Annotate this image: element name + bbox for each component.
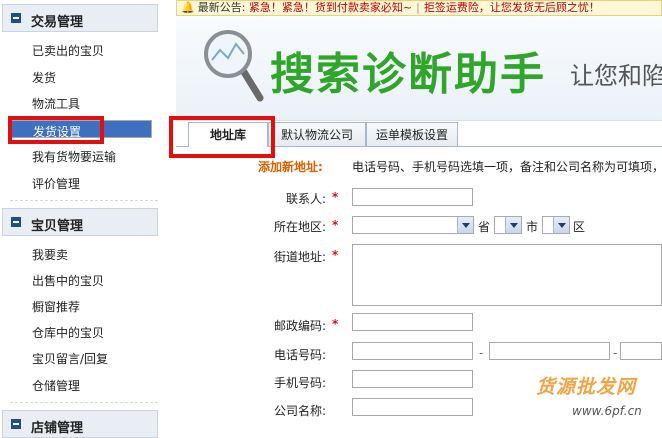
sidebar-item-ship[interactable]: 发货: [32, 67, 56, 89]
province-select[interactable]: [352, 216, 474, 234]
sidebar-item-cargo-transport[interactable]: 我有货物要运输: [32, 146, 116, 168]
section-title: 宝贝管理: [31, 219, 84, 234]
mobile-input[interactable]: [352, 370, 473, 388]
highlight-box: [8, 116, 104, 144]
company-input[interactable]: [352, 398, 473, 416]
phone-number-input[interactable]: [489, 342, 610, 360]
sidebar-item-on-sale[interactable]: 出售中的宝贝: [32, 270, 104, 292]
add-address-hint: 电话号码、手机号码选填一项，备注和公司名称为可填项，: [352, 160, 662, 174]
city-unit: 市: [526, 220, 539, 234]
divider: [10, 200, 158, 201]
phone-separator: -: [479, 346, 484, 360]
banner-title: 搜索诊断助手: [270, 49, 546, 100]
chevron-down-icon: [457, 217, 473, 233]
watermark-brand: 货源批发网: [536, 376, 637, 398]
sidebar-item-sell[interactable]: 我要卖: [32, 244, 68, 266]
company-label: 公司名称:: [273, 404, 326, 418]
banner-subtitle: 让您和陷: [570, 62, 662, 90]
postcode-input[interactable]: [352, 313, 473, 331]
sidebar-item-storage[interactable]: 仓储管理: [32, 375, 80, 397]
sidebar-item-showcase[interactable]: 橱窗推荐: [32, 296, 80, 318]
watermark-url: www.6pf.cn: [572, 404, 642, 418]
section-header-store[interactable]: 店铺管理: [2, 410, 158, 438]
required-mark: *: [332, 248, 339, 262]
notice-link-2[interactable]: 拒签运费险，让您发货无后顾之忧！: [424, 1, 600, 14]
notice-link[interactable]: 紧急！紧急！货到付款卖家必知~: [249, 1, 412, 14]
required-mark: *: [332, 317, 339, 331]
region-label: 所在地区:: [273, 220, 326, 234]
section-header-items[interactable]: 宝贝管理: [2, 208, 158, 236]
chevron-down-icon: [553, 217, 569, 233]
district-select[interactable]: [542, 216, 570, 234]
tab-default-carrier[interactable]: 默认物流公司: [268, 122, 366, 146]
section-header-trade[interactable]: 交易管理: [2, 4, 158, 32]
divider: [10, 402, 158, 403]
required-mark: *: [332, 190, 339, 204]
watermark: 货源批发网 www.6pf.cn: [532, 372, 662, 432]
section-title: 店铺管理: [31, 421, 84, 436]
phone-label: 电话号码:: [273, 348, 326, 362]
contact-input[interactable]: [352, 188, 473, 206]
collapse-icon: [11, 13, 21, 23]
sidebar-item-sold[interactable]: 已卖出的宝贝: [32, 40, 104, 62]
mobile-label: 手机号码:: [273, 376, 326, 390]
sidebar: 交易管理 已卖出的宝贝 发货 物流工具 发货设置 我有货物要运输 评价管理 宝贝…: [0, 0, 162, 438]
notice-bar: 🔔 最新公告: 紧急！紧急！货到付款卖家必知~ | 拒签运费险，让您发货无后顾之忧！: [176, 0, 662, 16]
province-unit: 省: [478, 220, 491, 234]
add-address-label: 添加新地址:: [258, 160, 323, 174]
bell-icon: 🔔: [181, 1, 195, 14]
sidebar-item-warehouse[interactable]: 仓库中的宝贝: [32, 322, 104, 344]
phone-separator: -: [613, 346, 618, 360]
section-title: 交易管理: [31, 15, 84, 30]
street-label: 街道地址:: [273, 250, 326, 264]
street-textarea[interactable]: [352, 244, 662, 306]
sidebar-item-messages[interactable]: 宝贝留言/回复: [32, 348, 108, 370]
sidebar-item-reviews[interactable]: 评价管理: [32, 173, 80, 195]
city-select[interactable]: [494, 216, 522, 234]
sidebar-item-logistics-tools[interactable]: 物流工具: [32, 93, 80, 115]
magnifier-icon: [204, 30, 264, 102]
postcode-label: 邮政编码:: [273, 319, 326, 333]
chevron-down-icon: [505, 217, 521, 233]
district-unit: 区: [573, 220, 586, 234]
phone-area-input[interactable]: [352, 342, 473, 360]
collapse-icon: [11, 419, 21, 429]
phone-ext-input[interactable]: [620, 342, 662, 360]
notice-label: 最新公告:: [197, 1, 246, 14]
collapse-icon: [11, 217, 21, 227]
contact-label: 联系人:: [285, 192, 326, 206]
required-mark: *: [332, 218, 339, 232]
tab-waybill-template[interactable]: 运单模板设置: [366, 122, 458, 146]
banner[interactable]: 搜索诊断助手 让您和陷: [176, 16, 662, 121]
